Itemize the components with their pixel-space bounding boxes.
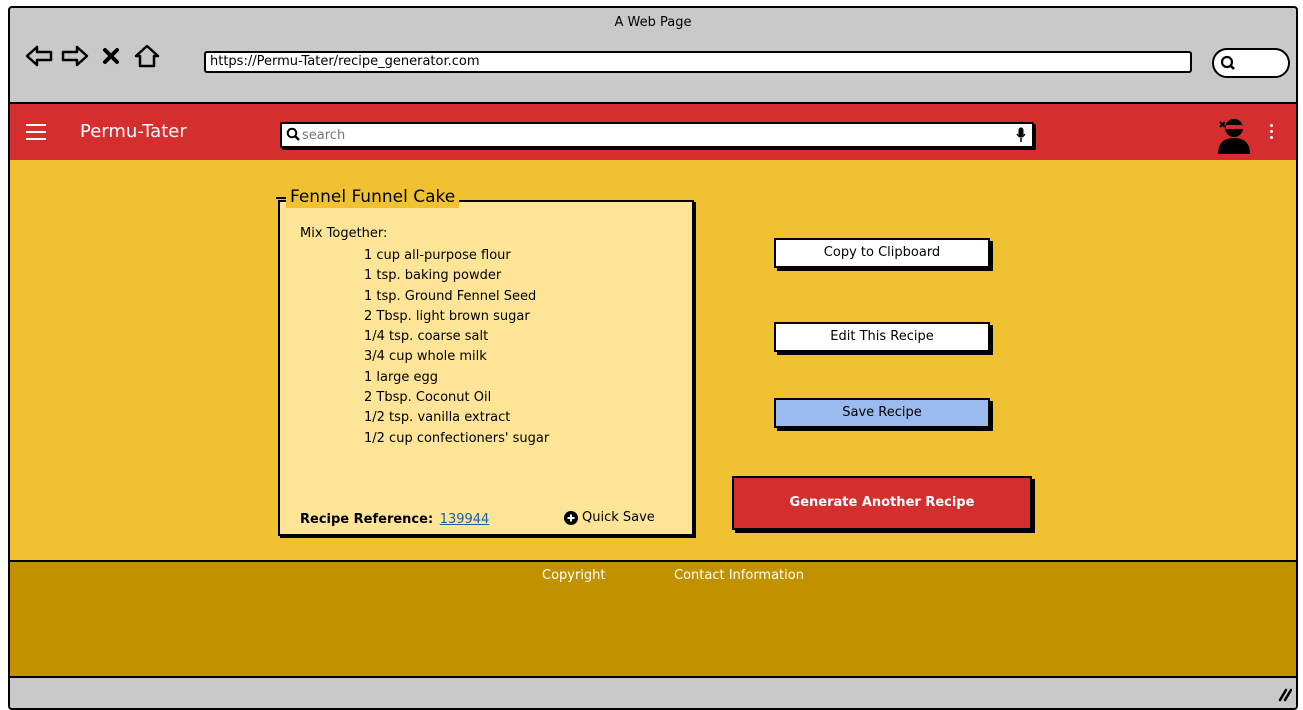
recipe-title: Fennel Funnel Cake [275,186,460,208]
footer-copyright-link[interactable]: Copyright [542,568,606,583]
ingredient-item: 1/2 cup confectioners' sugar [364,430,550,446]
browser-search-box[interactable] [1212,48,1290,78]
browser-nav [24,38,162,74]
ingredient-item: 1 large egg [364,369,438,385]
close-icon[interactable] [96,41,126,71]
copy-to-clipboard-button[interactable]: Copy to Clipboard [774,238,990,268]
back-arrow-icon[interactable] [24,41,54,71]
search-icon [286,127,300,141]
reference-label: Recipe Reference: [300,512,434,527]
hamburger-menu-icon[interactable] [26,124,46,142]
ingredient-item: 1/4 tsp. coarse salt [364,329,489,345]
generate-recipe-button[interactable]: Generate Another Recipe [732,476,1032,530]
edit-recipe-button[interactable]: Edit This Recipe [774,322,990,352]
ingredient-item: 1 cup all-purpose flour [364,248,511,263]
brand-title[interactable]: Permu-Tater [80,121,187,142]
ingredient-item: 3/4 cup whole milk [364,349,487,365]
ingredient-item: 2 Tbsp. Coconut Oil [364,390,492,406]
reference-link[interactable]: 139944 [440,512,490,527]
home-icon[interactable] [132,41,162,71]
resize-grip-icon[interactable] [1276,686,1292,702]
ingredient-item: 1 tsp. Ground Fennel Seed [364,288,537,304]
app-header: Permu-Tater [10,102,1296,160]
plus-circle-icon [564,510,578,525]
browser-window: A Web Page https://Permu-Tater/recipe_ge… [8,6,1298,710]
forward-arrow-icon[interactable] [60,41,90,71]
section-label: Mix Together: [300,226,388,241]
ingredient-item: 1 tsp. baking powder [364,268,502,284]
search-bar[interactable] [280,122,1034,148]
quick-save-label: Quick Save [582,510,655,525]
ingredient-list: 1 cup all-purpose flour 1 tsp. baking po… [364,246,549,449]
quick-save-button[interactable]: Quick Save [564,510,655,525]
user-avatar-icon[interactable] [1216,116,1252,158]
url-bar[interactable]: https://Permu-Tater/recipe_generator.com [204,51,1192,73]
microphone-icon[interactable] [1016,127,1026,143]
footer: Copyright Contact Information [10,560,1296,678]
recipe-card: Fennel Funnel Cake Mix Together: 1 cup a… [275,186,694,536]
ingredient-item: 1/2 tsp. vanilla extract [364,410,511,426]
footer-contact-link[interactable]: Contact Information [674,568,804,583]
search-input[interactable] [302,125,1002,145]
recipe-reference: Recipe Reference: 139944 [300,512,489,527]
save-recipe-button[interactable]: Save Recipe [774,398,990,428]
status-bar [10,678,1296,708]
window-title: A Web Page [614,15,692,30]
kebab-menu-icon[interactable] [1270,124,1276,142]
search-icon [1220,55,1235,70]
ingredient-item: 2 Tbsp. light brown sugar [364,308,530,324]
main-content: Fennel Funnel Cake Mix Together: 1 cup a… [10,160,1296,560]
